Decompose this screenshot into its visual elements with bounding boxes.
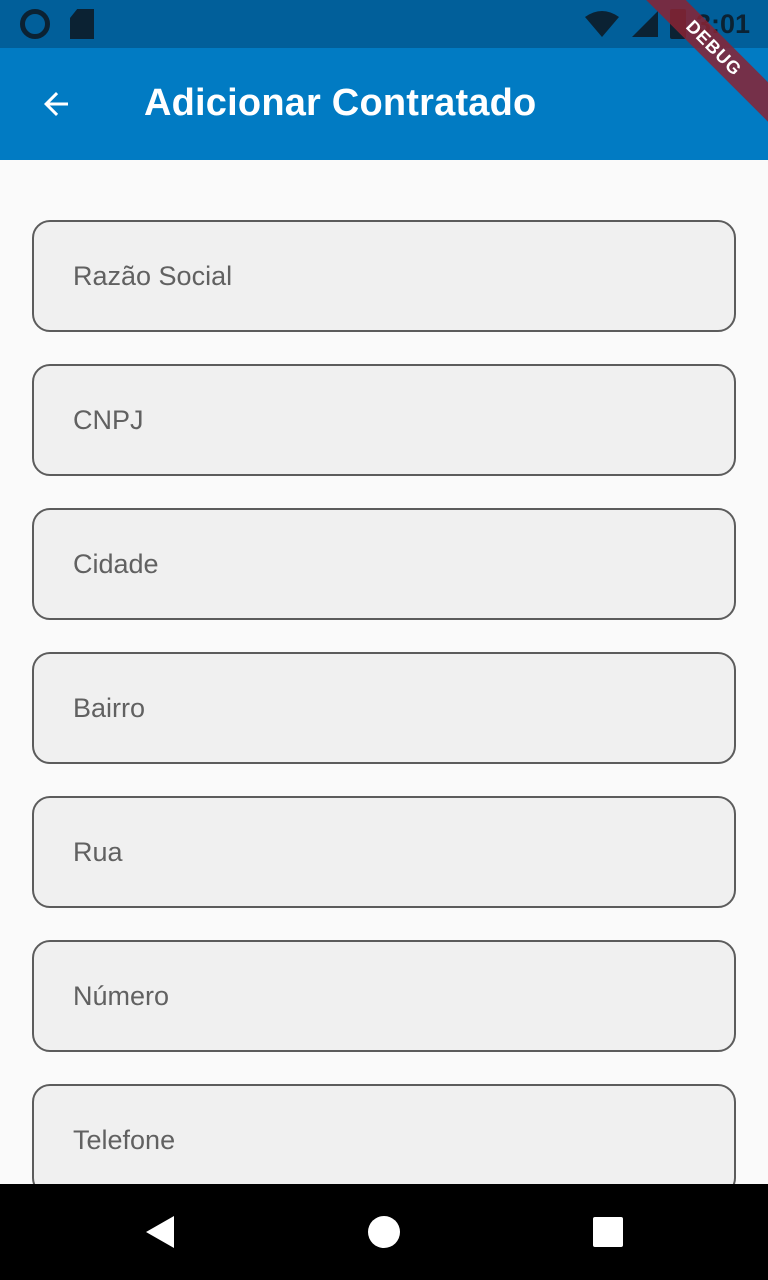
field-placeholder: Cidade bbox=[73, 549, 159, 579]
cnpj-field[interactable]: CNPJ bbox=[32, 364, 736, 476]
telefone-field[interactable]: Telefone bbox=[32, 1084, 736, 1184]
nav-recent-apps-button[interactable] bbox=[584, 1208, 632, 1256]
razao-social-field[interactable]: Razão Social bbox=[32, 220, 736, 332]
page-title: Adicionar Contratado bbox=[144, 82, 537, 124]
arrow-back-icon bbox=[44, 92, 68, 116]
numero-field[interactable]: Número bbox=[32, 940, 736, 1052]
nav-home-button[interactable] bbox=[360, 1208, 408, 1256]
field-placeholder: CNPJ bbox=[73, 405, 144, 435]
system-nav-bar bbox=[0, 1184, 768, 1280]
nav-home-icon bbox=[368, 1216, 400, 1248]
circle-icon bbox=[20, 9, 50, 39]
nav-back-button[interactable] bbox=[136, 1208, 184, 1256]
bairro-field[interactable]: Bairro bbox=[32, 652, 736, 764]
screen: 3:01 Adicionar Contratado DEBUG Razão So… bbox=[0, 0, 768, 1280]
nav-recent-apps-icon bbox=[593, 1217, 623, 1247]
nav-back-icon bbox=[146, 1216, 174, 1248]
field-placeholder: Bairro bbox=[73, 693, 146, 723]
contractor-form: Razão Social CNPJ Cidade Bairro Rua Núme… bbox=[0, 160, 768, 1184]
field-placeholder: Razão Social bbox=[73, 261, 233, 291]
cidade-field[interactable]: Cidade bbox=[32, 508, 736, 620]
wifi-icon bbox=[584, 11, 619, 37]
status-bar-left bbox=[20, 9, 94, 39]
back-button[interactable] bbox=[24, 80, 88, 128]
field-placeholder: Telefone bbox=[73, 1125, 176, 1155]
sd-card-icon bbox=[70, 9, 94, 39]
field-placeholder: Número bbox=[73, 981, 170, 1011]
rua-field[interactable]: Rua bbox=[32, 796, 736, 908]
signal-icon bbox=[631, 11, 658, 37]
field-placeholder: Rua bbox=[73, 837, 123, 867]
app-bar: Adicionar Contratado bbox=[0, 48, 768, 160]
